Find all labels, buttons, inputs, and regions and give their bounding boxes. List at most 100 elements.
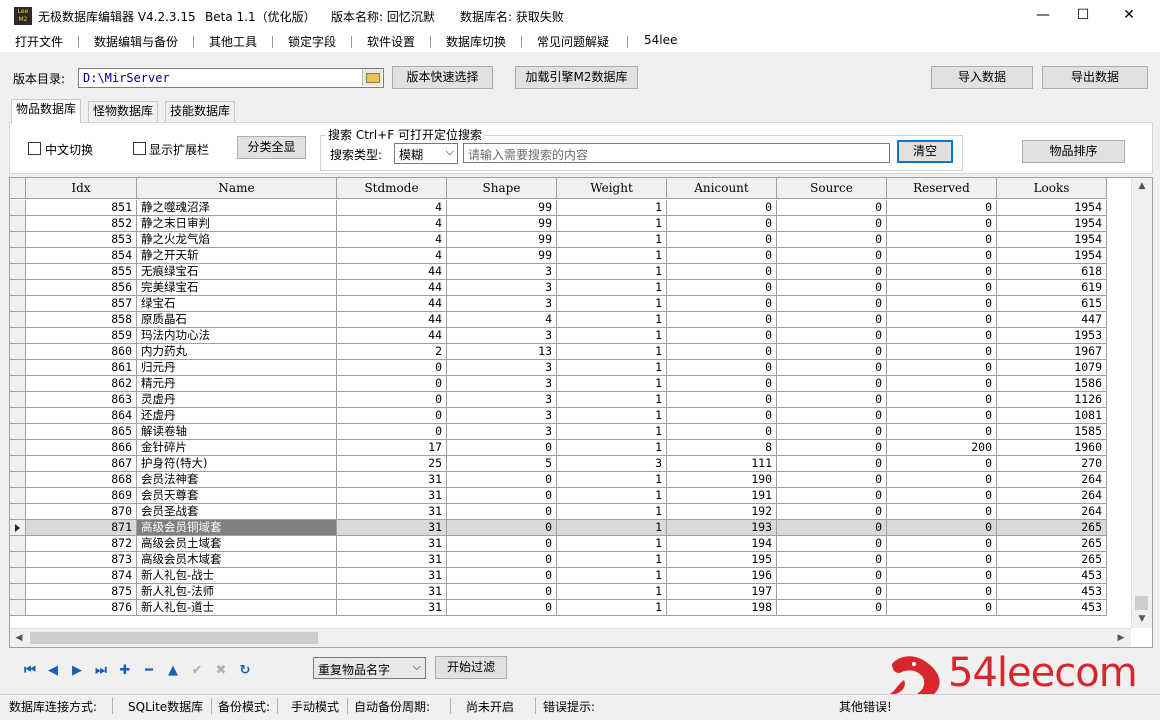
row-indicator[interactable] — [10, 408, 26, 424]
cell-looks[interactable]: 1967 — [997, 344, 1107, 360]
cell-shape[interactable]: 0 — [447, 440, 557, 456]
insert-icon[interactable]: ✚ — [116, 662, 134, 680]
cell-idx[interactable]: 859 — [26, 328, 137, 344]
cell-looks[interactable]: 453 — [997, 584, 1107, 600]
cell-anicount[interactable]: 0 — [667, 296, 777, 312]
cell-stdmode[interactable]: 44 — [337, 280, 447, 296]
scroll-left-icon[interactable]: ◀ — [10, 629, 28, 647]
cell-stdmode[interactable]: 2 — [337, 344, 447, 360]
header-name[interactable]: Name — [137, 178, 337, 199]
cell-stdmode[interactable]: 0 — [337, 376, 447, 392]
row-indicator[interactable] — [10, 424, 26, 440]
menu-data-edit-backup[interactable]: 数据编辑与备份 — [94, 33, 178, 50]
cell-reserved[interactable]: 0 — [887, 520, 997, 536]
cell-source[interactable]: 0 — [777, 248, 887, 264]
cell-name[interactable]: 会员圣战套 — [137, 504, 337, 520]
cell-looks[interactable]: 453 — [997, 600, 1107, 616]
cell-stdmode[interactable]: 31 — [337, 488, 447, 504]
tab-monsters[interactable]: 怪物数据库 — [88, 101, 159, 122]
cell-stdmode[interactable]: 0 — [337, 408, 447, 424]
cell-stdmode[interactable]: 31 — [337, 536, 447, 552]
cell-stdmode[interactable]: 31 — [337, 568, 447, 584]
cell-looks[interactable]: 270 — [997, 456, 1107, 472]
cell-weight[interactable]: 1 — [557, 440, 667, 456]
cell-anicount[interactable]: 0 — [667, 232, 777, 248]
cell-weight[interactable]: 1 — [557, 264, 667, 280]
row-indicator[interactable] — [10, 328, 26, 344]
cell-weight[interactable]: 1 — [557, 488, 667, 504]
cell-looks[interactable]: 1586 — [997, 376, 1107, 392]
cell-idx[interactable]: 873 — [26, 552, 137, 568]
last-icon[interactable]: ⏭ — [92, 662, 110, 680]
clear-button[interactable]: 清空 — [897, 140, 953, 163]
cell-name[interactable]: 高级会员铜域套 — [137, 520, 337, 536]
cell-idx[interactable]: 862 — [26, 376, 137, 392]
cell-anicount[interactable]: 197 — [667, 584, 777, 600]
table-row[interactable]: 865 解读卷轴 0 3 1 0 0 0 1585 — [10, 424, 1130, 440]
cell-source[interactable]: 0 — [777, 568, 887, 584]
cell-looks[interactable]: 619 — [997, 280, 1107, 296]
table-row[interactable]: 863 灵虚丹 0 3 1 0 0 0 1126 — [10, 392, 1130, 408]
cell-idx[interactable]: 856 — [26, 280, 137, 296]
cell-stdmode[interactable]: 4 — [337, 248, 447, 264]
cell-anicount[interactable]: 0 — [667, 280, 777, 296]
table-row[interactable]: 864 还虚丹 0 3 1 0 0 0 1081 — [10, 408, 1130, 424]
cell-source[interactable]: 0 — [777, 504, 887, 520]
sort-items-button[interactable]: 物品排序 — [1022, 140, 1125, 163]
cell-anicount[interactable]: 0 — [667, 392, 777, 408]
cell-weight[interactable]: 1 — [557, 360, 667, 376]
cell-idx[interactable]: 872 — [26, 536, 137, 552]
cell-shape[interactable]: 0 — [447, 552, 557, 568]
cell-weight[interactable]: 1 — [557, 376, 667, 392]
cell-name[interactable]: 会员法神套 — [137, 472, 337, 488]
cell-idx[interactable]: 871 — [26, 520, 137, 536]
cell-looks[interactable]: 453 — [997, 568, 1107, 584]
cell-name[interactable]: 高级会员木域套 — [137, 552, 337, 568]
cell-reserved[interactable]: 0 — [887, 456, 997, 472]
row-indicator[interactable] — [10, 200, 26, 216]
table-row[interactable]: 868 会员法神套 31 0 1 190 0 0 264 — [10, 472, 1130, 488]
row-indicator[interactable] — [10, 600, 26, 616]
cell-name[interactable]: 新人礼包-战士 — [137, 568, 337, 584]
cell-shape[interactable]: 3 — [447, 424, 557, 440]
cell-name[interactable]: 灵虚丹 — [137, 392, 337, 408]
cell-name[interactable]: 新人礼包-法师 — [137, 584, 337, 600]
row-indicator[interactable] — [10, 264, 26, 280]
cell-reserved[interactable]: 0 — [887, 536, 997, 552]
cell-shape[interactable]: 3 — [447, 392, 557, 408]
cell-source[interactable]: 0 — [777, 584, 887, 600]
cell-reserved[interactable]: 0 — [887, 216, 997, 232]
cell-reserved[interactable]: 0 — [887, 488, 997, 504]
cell-looks[interactable]: 1079 — [997, 360, 1107, 376]
cell-anicount[interactable]: 195 — [667, 552, 777, 568]
menu-open-file[interactable]: 打开文件 — [15, 33, 63, 50]
cell-reserved[interactable]: 0 — [887, 360, 997, 376]
cell-source[interactable]: 0 — [777, 408, 887, 424]
cell-looks[interactable]: 1960 — [997, 440, 1107, 456]
cell-looks[interactable]: 265 — [997, 552, 1107, 568]
cell-anicount[interactable]: 196 — [667, 568, 777, 584]
cell-stdmode[interactable]: 44 — [337, 264, 447, 280]
cell-reserved[interactable]: 200 — [887, 440, 997, 456]
vertical-scrollbar[interactable]: ▲ ▼ — [1131, 178, 1152, 628]
cell-source[interactable]: 0 — [777, 280, 887, 296]
cell-weight[interactable]: 1 — [557, 472, 667, 488]
first-icon[interactable]: ⏮ — [21, 662, 39, 680]
cell-anicount[interactable]: 0 — [667, 376, 777, 392]
cell-anicount[interactable]: 0 — [667, 312, 777, 328]
cell-idx[interactable]: 870 — [26, 504, 137, 520]
menu-other-tools[interactable]: 其他工具 — [209, 33, 257, 50]
row-indicator[interactable] — [10, 440, 26, 456]
cell-weight[interactable]: 1 — [557, 408, 667, 424]
cell-source[interactable]: 0 — [777, 344, 887, 360]
cell-reserved[interactable]: 0 — [887, 552, 997, 568]
cell-shape[interactable]: 99 — [447, 232, 557, 248]
cell-source[interactable]: 0 — [777, 264, 887, 280]
cell-name[interactable]: 静之噬魂沼泽 — [137, 200, 337, 216]
cell-name[interactable]: 静之末日审判 — [137, 216, 337, 232]
header-reserved[interactable]: Reserved — [887, 178, 997, 199]
cell-name[interactable]: 无痕绿宝石 — [137, 264, 337, 280]
cell-idx[interactable]: 853 — [26, 232, 137, 248]
table-row[interactable]: 872 高级会员土域套 31 0 1 194 0 0 265 — [10, 536, 1130, 552]
row-indicator[interactable] — [10, 504, 26, 520]
